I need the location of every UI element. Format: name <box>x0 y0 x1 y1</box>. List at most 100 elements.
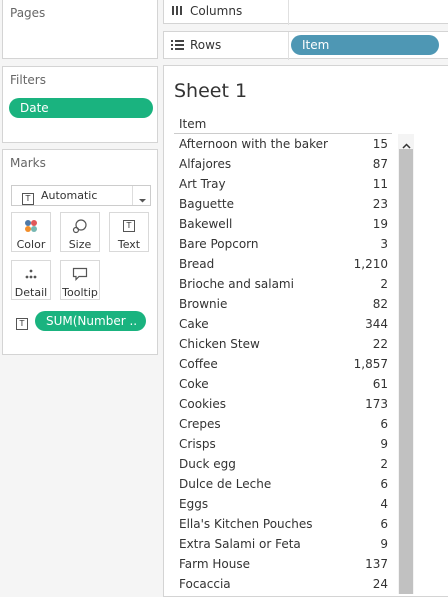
dropdown-divider <box>132 186 133 205</box>
color-button[interactable]: Color <box>11 212 51 252</box>
sheet-title: Sheet 1 <box>174 80 248 102</box>
tooltip-icon <box>61 266 99 282</box>
marks-panel: Marks T Automatic Color Size T Text Deta… <box>2 149 158 355</box>
item-name: Bakewell <box>179 217 233 231</box>
item-name: Art Tray <box>179 177 226 191</box>
item-name: Ella's Kitchen Pouches <box>179 517 313 531</box>
columns-icon <box>171 4 183 19</box>
text-encoding-icon: T <box>16 315 28 330</box>
item-value: 3 <box>380 237 388 251</box>
tooltip-label: Tooltip <box>62 286 98 299</box>
text-button[interactable]: T Text <box>109 212 149 252</box>
item-name: Cookies <box>179 397 226 411</box>
pages-panel: Pages <box>2 0 158 59</box>
table-row[interactable]: Art Tray 11 <box>174 174 392 194</box>
size-label: Size <box>68 238 92 251</box>
item-name: Crepes <box>179 417 221 431</box>
item-value: 137 <box>365 557 388 571</box>
item-name: Crisps <box>179 437 216 451</box>
detail-icon <box>12 266 50 282</box>
filters-title: Filters <box>10 73 46 87</box>
item-value: 6 <box>380 477 388 491</box>
item-value: 22 <box>372 337 388 351</box>
table-row[interactable]: Crepes 6 <box>174 414 392 434</box>
item-value: 61 <box>372 377 388 391</box>
item-value: 1,210 <box>353 257 388 271</box>
tooltip-button[interactable]: Tooltip <box>60 260 100 300</box>
item-name: Brioche and salami <box>179 277 294 291</box>
item-value: 6 <box>380 417 388 431</box>
item-name: Duck egg <box>179 457 236 471</box>
scrollbar[interactable] <box>398 134 414 594</box>
table-row[interactable]: Crisps 9 <box>174 434 392 454</box>
item-value: 1,857 <box>353 357 388 371</box>
item-name: Cake <box>179 317 209 331</box>
item-name: Coke <box>179 377 209 391</box>
text-label: Text <box>117 238 141 251</box>
item-name: Bread <box>179 257 215 271</box>
item-value: 24 <box>372 577 388 591</box>
item-value: 87 <box>372 157 388 171</box>
columns-shelf[interactable]: Columns <box>163 0 448 25</box>
item-value: 11 <box>372 177 388 191</box>
item-value: 82 <box>372 297 388 311</box>
item-value: 173 <box>365 397 388 411</box>
table-row[interactable]: Coke 61 <box>174 374 392 394</box>
table-row[interactable]: Brownie 82 <box>174 294 392 314</box>
item-value: 6 <box>380 517 388 531</box>
item-value: 9 <box>380 437 388 451</box>
table-row[interactable]: Bread 1,210 <box>174 254 392 274</box>
rows-shelf[interactable]: Rows Item <box>163 31 448 60</box>
mark-type-dropdown[interactable]: T Automatic <box>11 185 151 206</box>
rows-label: Rows <box>190 38 222 52</box>
pages-title: Pages <box>10 6 46 20</box>
date-filter-pill[interactable]: Date <box>9 98 153 118</box>
rows-item-pill[interactable]: Item <box>291 35 439 55</box>
table-row[interactable]: Ella's Kitchen Pouches 6 <box>174 514 392 534</box>
item-value: 2 <box>380 457 388 471</box>
mark-type-icon: T <box>22 190 34 205</box>
color-label: Color <box>16 238 46 251</box>
item-value: 2 <box>380 277 388 291</box>
table-row[interactable]: Afternoon with the baker 15 <box>174 134 392 154</box>
item-name: Chicken Stew <box>179 337 260 351</box>
table-row[interactable]: Duck egg 2 <box>174 454 392 474</box>
table-row[interactable]: Bakewell 19 <box>174 214 392 234</box>
table-row[interactable]: Cake 344 <box>174 314 392 334</box>
table-row[interactable]: Coffee 1,857 <box>174 354 392 374</box>
item-value: 344 <box>365 317 388 331</box>
chevron-down-icon <box>138 193 147 207</box>
filters-panel: Filters Date <box>2 66 158 143</box>
scrollbar-thumb[interactable] <box>399 149 413 594</box>
item-column-header[interactable]: Item <box>179 117 206 131</box>
item-value: 15 <box>372 137 388 151</box>
mark-type-label: Automatic <box>41 189 98 202</box>
columns-divider <box>288 0 289 25</box>
item-name: Alfajores <box>179 157 232 171</box>
table-row[interactable]: Alfajores 87 <box>174 154 392 174</box>
table-row[interactable]: Farm House 137 <box>174 554 392 574</box>
table-row[interactable]: Baguette 23 <box>174 194 392 214</box>
sum-number-pill[interactable]: SUM(Number .. <box>35 311 146 331</box>
table-row[interactable]: Bare Popcorn 3 <box>174 234 392 254</box>
item-name: Farm House <box>179 557 250 571</box>
item-name: Eggs <box>179 497 209 511</box>
table-row[interactable]: Focaccia 24 <box>174 574 392 594</box>
item-name: Baguette <box>179 197 234 211</box>
rows-divider <box>288 32 289 60</box>
table-row[interactable]: Extra Salami or Feta 9 <box>174 534 392 554</box>
table-row[interactable]: Brioche and salami 2 <box>174 274 392 294</box>
table-row[interactable]: Cookies 173 <box>174 394 392 414</box>
table-row[interactable]: Eggs 4 <box>174 494 392 514</box>
item-name: Dulce de Leche <box>179 477 272 491</box>
item-value: 4 <box>380 497 388 511</box>
item-name: Afternoon with the baker <box>179 137 328 151</box>
table-row[interactable]: Dulce de Leche 6 <box>174 474 392 494</box>
table-row[interactable]: Chicken Stew 22 <box>174 334 392 354</box>
size-icon <box>61 218 99 234</box>
item-name: Bare Popcorn <box>179 237 259 251</box>
size-button[interactable]: Size <box>60 212 100 252</box>
item-value: 9 <box>380 537 388 551</box>
detail-button[interactable]: Detail <box>11 260 51 300</box>
detail-label: Detail <box>14 286 48 299</box>
